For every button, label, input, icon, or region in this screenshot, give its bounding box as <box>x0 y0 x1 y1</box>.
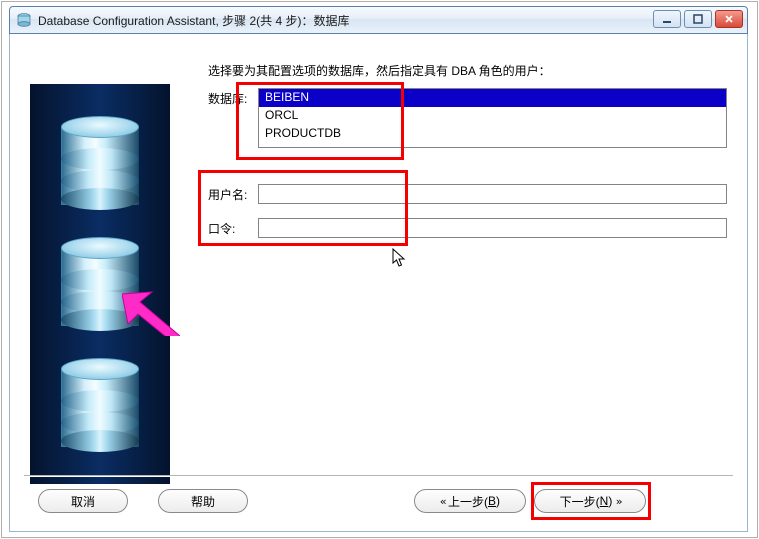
password-label: 口令: <box>208 220 258 237</box>
help-label: 帮助 <box>191 493 215 510</box>
button-bar: 取消 帮助 « 上一步(B) 下一步(N) » <box>10 489 747 517</box>
instruction-text: 选择要为其配置选项的数据库，然后指定具有 DBA 角色的用户： <box>208 62 727 79</box>
maximize-button[interactable] <box>684 10 712 28</box>
db-option[interactable]: ORCL <box>259 107 726 125</box>
chevron-right-icon: » <box>616 495 621 508</box>
username-label: 用户名: <box>208 186 258 203</box>
window-titlebar: Database Configuration Assistant, 步骤 2(共… <box>9 6 748 34</box>
back-label-pre: 上一步( <box>448 493 488 510</box>
pink-arrow-icon <box>122 282 180 336</box>
cancel-label: 取消 <box>71 493 95 510</box>
cursor-icon <box>392 248 408 270</box>
db-option[interactable]: PRODUCTDB <box>259 125 726 143</box>
cancel-button[interactable]: 取消 <box>38 489 128 513</box>
next-label-post: ) <box>608 494 612 508</box>
database-select[interactable]: BEIBEN ORCL PRODUCTDB <box>258 88 727 148</box>
password-input[interactable] <box>258 218 727 238</box>
chevron-left-icon: « <box>440 495 445 508</box>
help-button[interactable]: 帮助 <box>158 489 248 513</box>
close-button[interactable] <box>715 10 743 28</box>
database-cylinder-icon <box>61 358 139 452</box>
minimize-button[interactable] <box>653 10 681 28</box>
window-title: Database Configuration Assistant, 步骤 2(共… <box>38 12 349 29</box>
back-label-post: ) <box>496 494 500 508</box>
next-label-pre: 下一步( <box>560 493 600 510</box>
window-client: 选择要为其配置选项的数据库，然后指定具有 DBA 角色的用户： 数据库: BEI… <box>9 34 748 532</box>
database-label: 数据库: <box>208 90 258 107</box>
back-button[interactable]: « 上一步(B) <box>414 489 526 513</box>
next-button[interactable]: 下一步(N) » <box>534 489 646 513</box>
app-icon <box>16 12 32 28</box>
username-input[interactable] <box>258 184 727 204</box>
database-cylinder-icon <box>61 116 139 210</box>
separator <box>24 475 733 477</box>
db-option-selected[interactable]: BEIBEN <box>259 89 726 107</box>
next-label-key: N <box>600 494 609 508</box>
back-label-key: B <box>488 494 496 508</box>
